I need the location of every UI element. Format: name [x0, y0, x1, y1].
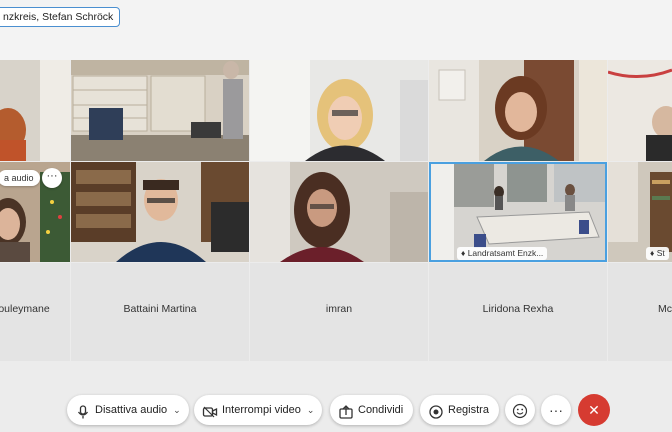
video-feed [250, 162, 428, 262]
video-feed [0, 60, 70, 161]
video-tile-8[interactable] [250, 162, 428, 262]
mute-audio-pill[interactable]: a audio [0, 170, 40, 186]
video-feed [608, 60, 672, 161]
emoji-icon [512, 402, 528, 419]
video-tile-4[interactable] [429, 60, 607, 161]
stop-video-label: Interrompi video [222, 404, 301, 416]
video-feed [429, 60, 607, 161]
participant-name-badge: ♦ Landratsamt Enzk... [457, 247, 548, 260]
participant-name: Mc [658, 303, 672, 315]
name-tile-2[interactable]: Battaini Martina [71, 263, 249, 361]
more-options-button[interactable]: ··· [42, 168, 62, 188]
video-tile-6[interactable]: a audio ··· [0, 162, 70, 262]
record-button[interactable]: Registra [420, 395, 499, 425]
mute-audio-label: Disattiva audio [95, 404, 168, 416]
name-tile-5[interactable]: Mc [608, 263, 672, 361]
video-tile-1[interactable] [0, 60, 70, 161]
share-button[interactable]: Condividi [330, 395, 414, 425]
video-tile-5[interactable] [608, 60, 672, 161]
name-tile-1[interactable]: ouleymane [0, 263, 70, 361]
participant-name: imran [325, 303, 353, 315]
name-tile-3[interactable]: imran [250, 263, 428, 361]
video-tile-10[interactable]: ♦ St [608, 162, 672, 262]
name-tile-4[interactable]: Liridona Rexha [429, 263, 607, 361]
participant-name: Battaini Martina [123, 303, 197, 315]
share-icon [338, 402, 354, 419]
record-icon [428, 402, 444, 419]
participant-name: ouleymane [0, 303, 50, 315]
video-feed [71, 60, 249, 161]
participant-name: Liridona Rexha [482, 303, 554, 315]
share-label: Condividi [358, 404, 404, 416]
badge-text: Landratsamt Enzk... [467, 248, 544, 258]
record-label: Registra [448, 404, 489, 416]
video-tile-9-active-speaker[interactable]: ♦ Landratsamt Enzk... [429, 162, 607, 262]
more-button[interactable]: ··· [541, 395, 571, 425]
microphone-icon [75, 402, 91, 419]
video-camera-icon [202, 402, 218, 418]
close-icon: ✕ [588, 402, 600, 418]
participant-name-badge: ♦ St [646, 247, 669, 260]
video-feed [250, 60, 428, 161]
mute-audio-button[interactable]: Disattiva audio ⌄ [67, 395, 189, 425]
participants-chip[interactable]: nzkreis, Stefan Schröck [0, 7, 121, 27]
badge-text: St [656, 248, 665, 258]
video-tile-2[interactable] [71, 60, 249, 161]
speaker-icon: ♦ [461, 248, 468, 258]
speaker-icon: ♦ [650, 248, 657, 258]
stop-video-button[interactable]: Interrompi video ⌄ [194, 395, 323, 425]
video-tile-7[interactable] [71, 162, 249, 262]
chevron-down-icon[interactable]: ⌄ [307, 395, 315, 425]
video-tile-3[interactable] [250, 60, 428, 161]
video-feed [71, 162, 249, 262]
reactions-button[interactable] [505, 395, 535, 425]
end-call-button[interactable]: ✕ [578, 394, 610, 426]
more-icon: ··· [549, 402, 563, 418]
chevron-down-icon[interactable]: ⌄ [173, 395, 181, 425]
